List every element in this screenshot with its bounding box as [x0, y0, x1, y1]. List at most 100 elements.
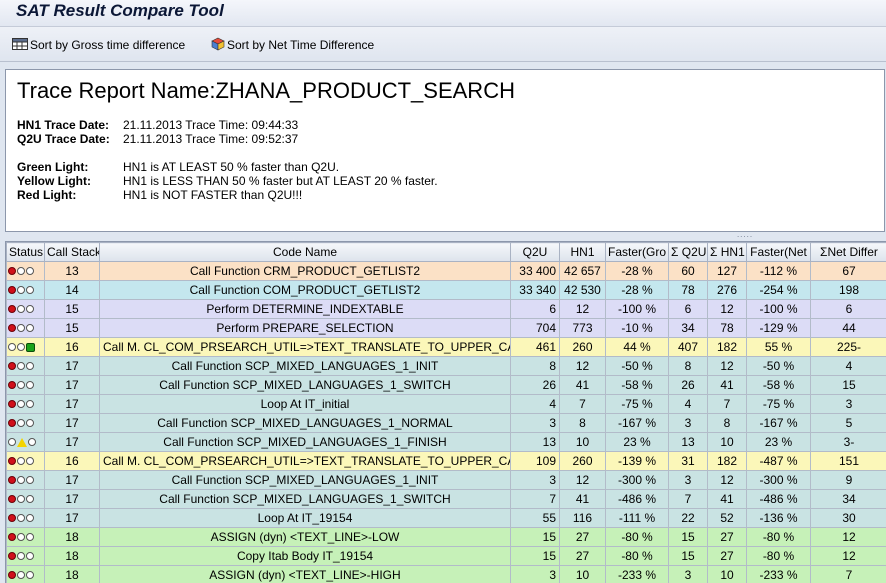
col-header-status[interactable]: Status: [7, 243, 45, 262]
col-header-sum-hn1[interactable]: Σ HN1: [708, 243, 747, 262]
cell-q2u: 8: [511, 357, 560, 376]
table-row[interactable]: 17Call Function SCP_MIXED_LANGUAGES_1_FI…: [7, 433, 886, 452]
sort-net-button[interactable]: Sort by Net Time Difference: [211, 36, 374, 54]
cell-call-stack: 14: [45, 281, 100, 300]
cell-sum-q2u: 3: [669, 414, 708, 433]
splitter-handle[interactable]: .....: [725, 232, 765, 238]
cell-code-name: Loop At IT_19154: [100, 509, 511, 528]
cell-sum-hn1: 12: [708, 300, 747, 319]
cell-net-difference: 151: [811, 452, 886, 471]
cell-call-stack: 17: [45, 395, 100, 414]
result-grid: Status Call Stack Code Name Q2U HN1 Fast…: [5, 241, 886, 583]
col-header-sum-q2u[interactable]: Σ Q2U: [669, 243, 708, 262]
cell-sum-hn1: 8: [708, 414, 747, 433]
col-header-q2u[interactable]: Q2U: [511, 243, 560, 262]
col-header-call-stack[interactable]: Call Stack: [45, 243, 100, 262]
cell-faster-net: 23 %: [747, 433, 811, 452]
cell-faster-gross: -139 %: [606, 452, 669, 471]
cell-sum-hn1: 12: [708, 471, 747, 490]
traffic-light-icon: [8, 419, 43, 427]
table-row[interactable]: 14Call Function COM_PRODUCT_GETLIST233 3…: [7, 281, 886, 300]
sort-gross-label: Sort by Gross time difference: [30, 38, 185, 52]
table-row[interactable]: 18Copy Itab Body IT_191541527-80 %1527-8…: [7, 547, 886, 566]
cell-faster-gross: -28 %: [606, 281, 669, 300]
traffic-light-icon: [8, 400, 43, 408]
cell-net-difference: 12: [811, 528, 886, 547]
table-row[interactable]: 15Perform DETERMINE_INDEXTABLE612-100 %6…: [7, 300, 886, 319]
cell-call-stack: 17: [45, 357, 100, 376]
cell-sum-q2u: 3: [669, 471, 708, 490]
sort-gross-button[interactable]: Sort by Gross time difference: [12, 36, 185, 54]
cell-status: [7, 395, 45, 414]
cell-call-stack: 17: [45, 433, 100, 452]
cell-status: [7, 509, 45, 528]
title-bar: SAT Result Compare Tool: [0, 0, 886, 27]
table-row[interactable]: 17Loop At IT_1915455116-111 %2252-136 %3…: [7, 509, 886, 528]
col-header-net-difference[interactable]: ΣNet Differ: [811, 243, 886, 262]
cell-sum-hn1: 41: [708, 490, 747, 509]
cell-code-name: Call Function SCP_MIXED_LANGUAGES_1_INIT: [100, 357, 511, 376]
cell-faster-gross: -111 %: [606, 509, 669, 528]
red-light-text: HN1 is NOT FASTER than Q2U!!!: [123, 188, 302, 202]
table-row[interactable]: 17Loop At IT_initial47-75 %47-75 %3: [7, 395, 886, 414]
cell-net-difference: 30: [811, 509, 886, 528]
yellow-light-label: Yellow Light:: [17, 174, 123, 188]
cell-status: [7, 357, 45, 376]
hn1-trace-label: HN1 Trace Date:: [17, 118, 123, 132]
table-row[interactable]: 17Call Function SCP_MIXED_LANGUAGES_1_NO…: [7, 414, 886, 433]
col-header-hn1[interactable]: HN1: [560, 243, 606, 262]
cell-code-name: Call Function CRM_PRODUCT_GETLIST2: [100, 262, 511, 281]
traffic-light-icon: [8, 286, 43, 294]
table-row[interactable]: 16Call M. CL_COM_PRSEARCH_UTIL=>TEXT_TRA…: [7, 338, 886, 357]
cell-net-difference: 9: [811, 471, 886, 490]
cell-faster-net: -80 %: [747, 547, 811, 566]
yellow-light-line: Yellow Light:HN1 is LESS THAN 50 % faste…: [17, 174, 438, 188]
cell-faster-net: -136 %: [747, 509, 811, 528]
cell-call-stack: 16: [45, 338, 100, 357]
traffic-light-icon: [8, 571, 43, 579]
cell-faster-gross: 23 %: [606, 433, 669, 452]
yellow-light-text: HN1 is LESS THAN 50 % faster but AT LEAS…: [123, 174, 438, 188]
cell-status: [7, 452, 45, 471]
hn1-trace-value: 21.11.2013 Trace Time: 09:44:33: [123, 118, 298, 132]
table-row[interactable]: 16Call M. CL_COM_PRSEARCH_UTIL=>TEXT_TRA…: [7, 452, 886, 471]
cell-net-difference: 44: [811, 319, 886, 338]
cell-sum-hn1: 27: [708, 547, 747, 566]
cell-call-stack: 18: [45, 528, 100, 547]
cell-status: [7, 414, 45, 433]
table-row[interactable]: 17Call Function SCP_MIXED_LANGUAGES_1_SW…: [7, 376, 886, 395]
cell-sum-q2u: 31: [669, 452, 708, 471]
cell-q2u: 704: [511, 319, 560, 338]
cell-sum-q2u: 78: [669, 281, 708, 300]
cell-faster-gross: -50 %: [606, 357, 669, 376]
table-row[interactable]: 18ASSIGN (dyn) <TEXT_LINE>-LOW1527-80 %1…: [7, 528, 886, 547]
cell-code-name: Loop At IT_initial: [100, 395, 511, 414]
cell-call-stack: 17: [45, 414, 100, 433]
cell-sum-q2u: 26: [669, 376, 708, 395]
traffic-light-icon: [8, 324, 43, 332]
table-row[interactable]: 17Call Function SCP_MIXED_LANGUAGES_1_IN…: [7, 357, 886, 376]
cell-faster-net: -58 %: [747, 376, 811, 395]
table-row[interactable]: 13Call Function CRM_PRODUCT_GETLIST233 4…: [7, 262, 886, 281]
col-header-faster-net[interactable]: Faster(Net: [747, 243, 811, 262]
sort-net-label: Sort by Net Time Difference: [227, 38, 374, 52]
cell-faster-gross: -80 %: [606, 528, 669, 547]
table-row[interactable]: 18ASSIGN (dyn) <TEXT_LINE>-HIGH310-233 %…: [7, 566, 886, 583]
cell-sum-hn1: 10: [708, 566, 747, 583]
col-header-faster-gross[interactable]: Faster(Gro: [606, 243, 669, 262]
traffic-light-icon: [8, 267, 43, 275]
cell-q2u: 7: [511, 490, 560, 509]
cell-hn1: 12: [560, 471, 606, 490]
cell-call-stack: 18: [45, 547, 100, 566]
cell-code-name: Call Function SCP_MIXED_LANGUAGES_1_NORM…: [100, 414, 511, 433]
table-row[interactable]: 17Call Function SCP_MIXED_LANGUAGES_1_SW…: [7, 490, 886, 509]
col-header-code-name[interactable]: Code Name: [100, 243, 511, 262]
cell-faster-net: -254 %: [747, 281, 811, 300]
table-row[interactable]: 15Perform PREPARE_SELECTION704773-10 %34…: [7, 319, 886, 338]
cell-faster-gross: -80 %: [606, 547, 669, 566]
cell-net-difference: 4: [811, 357, 886, 376]
cell-status: [7, 471, 45, 490]
table-row[interactable]: 17Call Function SCP_MIXED_LANGUAGES_1_IN…: [7, 471, 886, 490]
cell-q2u: 109: [511, 452, 560, 471]
cell-faster-gross: -10 %: [606, 319, 669, 338]
